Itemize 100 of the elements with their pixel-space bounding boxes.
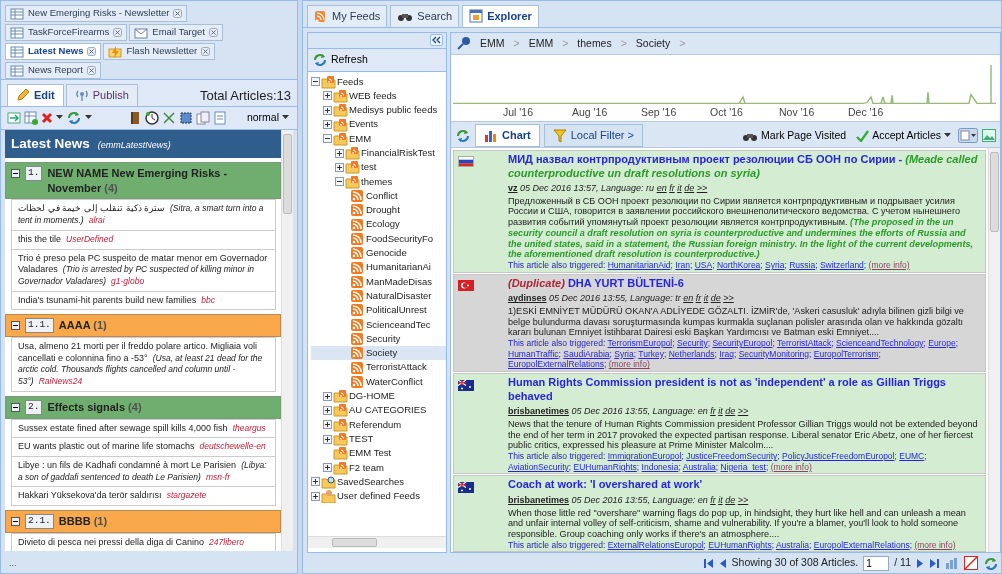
caret-icon[interactable] (85, 115, 92, 120)
image-icon[interactable] (982, 129, 996, 142)
language-link[interactable]: de (725, 406, 736, 417)
tag-link[interactable]: Nigeria_test (720, 461, 766, 472)
more-info-link[interactable]: (more info) (770, 461, 812, 472)
import-icon[interactable] (7, 110, 21, 125)
tag-link[interactable]: AviationSecurity (508, 461, 569, 472)
language-link[interactable]: en (656, 183, 667, 194)
tag-link[interactable]: Iraq (719, 348, 734, 359)
refresh-icon[interactable] (983, 556, 997, 570)
language-link[interactable]: fr (710, 495, 716, 506)
tree-node[interactable]: Medisys public feeds (311, 103, 446, 118)
close-icon[interactable] (113, 28, 123, 37)
language-link[interactable]: >> (723, 293, 734, 304)
tag-link[interactable]: HumanitarianAid (607, 260, 671, 271)
tree-node[interactable]: Referendum (311, 417, 446, 432)
article-title[interactable]: Coach at work: 'I overshared at work' (508, 478, 981, 493)
first-page-icon[interactable] (702, 557, 714, 569)
tag-link[interactable]: EUHumanRights (708, 539, 772, 550)
more-info-link[interactable]: (more info) (914, 539, 956, 550)
breadcrumb-link[interactable]: themes (577, 35, 612, 52)
tag-link[interactable]: EuropolExternalRelations (508, 359, 604, 370)
tag-link[interactable]: Netherlands (668, 348, 715, 359)
panel-tab[interactable]: Search (390, 5, 460, 27)
article-title[interactable]: Human Rights Commission president is not as 'independent' a role as Gillian Triggs behaved (508, 375, 981, 404)
collapse-icon[interactable] (323, 134, 332, 144)
tree-node[interactable]: User defined Feeds (311, 489, 446, 504)
language-link[interactable]: it (718, 406, 723, 417)
tag-link[interactable]: Turkey (638, 348, 664, 359)
collapse-icon[interactable] (11, 402, 20, 412)
news-item[interactable]: Usa, almeno 21 morti per il freddo polare artico. Migliaia voli cancellati e colonnina fino a -53° (Usa, at least 21 dead for the arctic cold. Thousands flights cancelled and column until - 53°) RaiNews24 (11, 337, 276, 392)
book-icon[interactable] (128, 110, 142, 125)
collapse-panel-button[interactable] (430, 34, 443, 46)
breadcrumb-link[interactable]: EMM (480, 35, 505, 52)
close-icon[interactable] (208, 28, 218, 37)
close-icon[interactable] (87, 47, 97, 56)
tree-node[interactable]: Genocide (311, 246, 446, 261)
close-icon[interactable] (86, 66, 96, 75)
view-tab[interactable]: Local Filter > (543, 124, 643, 147)
news-item[interactable]: Libye : un fils de Kadhafi condamné à mort Le Parisien (Libya: a son of gaddafi sentenced to death Le Parisien) msn-fr (11, 457, 276, 488)
document-tab[interactable]: TaskForceFirearms (5, 24, 128, 41)
language-link[interactable]: en (683, 293, 694, 304)
article-title[interactable]: МИД назвал контрпродуктивным проект резолюции СБ ООН по Сирии - (Meade called counterproductive un draft resolutions on syria) (508, 152, 981, 181)
expand-icon[interactable] (323, 420, 332, 430)
tree-node[interactable]: test (311, 160, 446, 175)
pin-icon[interactable] (457, 36, 471, 51)
tree-node[interactable]: Events (311, 117, 446, 132)
clock-icon[interactable] (145, 110, 159, 125)
mode-tab[interactable]: Publish (65, 84, 138, 106)
language-link[interactable]: de (710, 293, 721, 304)
tag-link[interactable]: Europe (928, 338, 956, 349)
expand-icon[interactable] (335, 162, 344, 172)
more-info-link[interactable]: (more info) (868, 260, 910, 271)
article-title[interactable]: (Duplicate) DHA YURT BÜLTENİ-6 (508, 276, 981, 291)
source-link[interactable]: brisbanetimes (508, 406, 570, 417)
view-mode-dropdown[interactable]: normal (244, 109, 291, 126)
collapse-icon[interactable] (11, 517, 20, 527)
document-tab[interactable]: New Emerging Risks - Newsletter (5, 5, 188, 22)
collapse-icon[interactable] (335, 177, 344, 187)
tree-node[interactable]: themes (311, 174, 446, 189)
news-item[interactable]: EU wants plastic out of marine life stomachs deutschewelle-en (11, 438, 276, 458)
view-tab[interactable]: Chart (475, 124, 540, 147)
close-icon[interactable] (201, 47, 211, 56)
last-page-icon[interactable] (929, 557, 940, 569)
language-link[interactable]: >> (696, 183, 708, 194)
breadcrumb-link[interactable]: Society (635, 35, 671, 52)
source-link[interactable]: brisbanetimes (508, 495, 570, 506)
language-link[interactable]: >> (737, 495, 749, 506)
tag-link[interactable]: EuropolExternalRelations (813, 539, 910, 550)
tree-node[interactable]: PoliticalUnrest (311, 303, 446, 318)
tree-node[interactable]: Drought (311, 203, 446, 218)
language-link[interactable]: fr (669, 183, 675, 194)
tree-node[interactable]: Ecology (311, 217, 446, 232)
close-icon[interactable] (173, 9, 183, 18)
language-link[interactable]: >> (737, 406, 749, 417)
expand-icon[interactable] (323, 105, 332, 115)
tree-node[interactable]: TEST (311, 431, 446, 447)
expand-icon[interactable] (323, 463, 332, 473)
tree-node[interactable]: EMM (311, 131, 446, 146)
source-link[interactable]: aydinses (508, 293, 547, 304)
news-item[interactable]: Trio é preso pela PC suspeito de matar menor em Governador Valadares (Trio is arrested by PC suspected of killing minor in Governador Valadares) g1-globo (11, 249, 276, 292)
tree-node[interactable]: ScienceandTec (311, 317, 446, 332)
tree-node[interactable]: WaterConflict (311, 374, 446, 390)
mode-tab[interactable]: Edit (7, 84, 64, 106)
expand-icon[interactable] (323, 434, 332, 444)
refresh-button[interactable]: Refresh (308, 48, 446, 72)
tree-node[interactable]: Society (311, 346, 446, 361)
breadcrumb-link[interactable]: EMM (528, 35, 554, 52)
tree-node[interactable]: Feeds (311, 74, 446, 89)
expand-icon[interactable] (323, 405, 332, 415)
horizontal-scrollbar[interactable] (308, 536, 446, 548)
language-link[interactable]: fr (710, 406, 716, 417)
previous-page-icon[interactable] (718, 557, 727, 569)
refresh-icon[interactable] (455, 127, 471, 144)
expand-icon[interactable] (311, 491, 320, 501)
tag-link[interactable]: Security (677, 338, 708, 349)
tag-link[interactable]: Australia (775, 539, 809, 550)
language-link[interactable]: fr (695, 293, 702, 304)
tree-node[interactable]: SavedSearches (311, 474, 446, 490)
caret-icon[interactable] (56, 115, 63, 120)
